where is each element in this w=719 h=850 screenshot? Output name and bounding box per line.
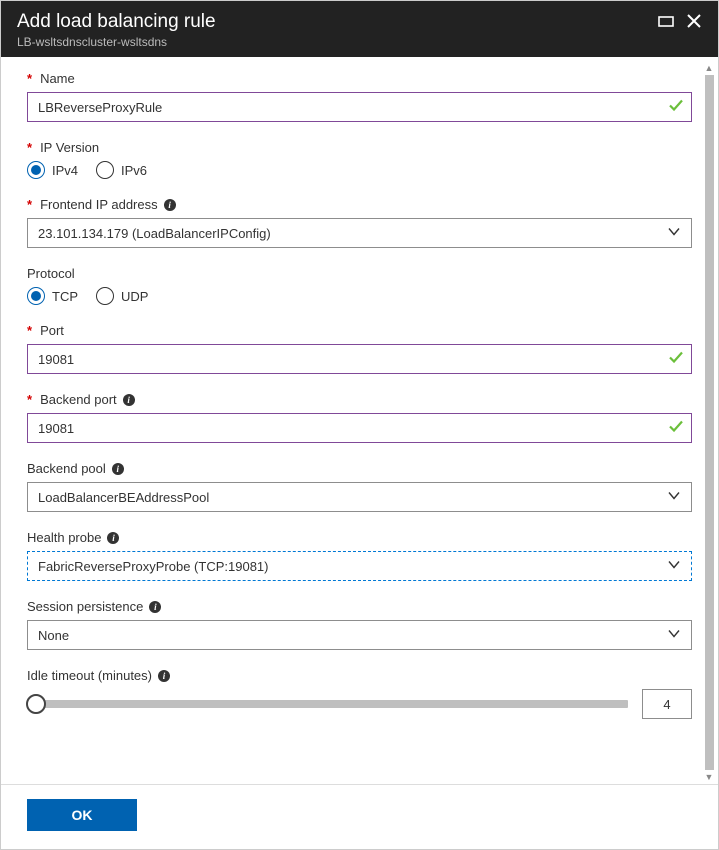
label-session-persistence: Session persistence: [27, 599, 143, 614]
panel-subtitle: LB-wsltsdnscluster-wsltsdns: [17, 35, 216, 49]
label-backend-pool: Backend pool: [27, 461, 106, 476]
field-name: *Name LBReverseProxyRule: [27, 71, 692, 122]
frontend-ip-select[interactable]: 23.101.134.179 (LoadBalancerIPConfig): [27, 218, 692, 248]
scrollbar[interactable]: ▲ ▼: [702, 61, 716, 784]
ok-button[interactable]: OK: [27, 799, 137, 831]
radio-ipv4[interactable]: IPv4: [27, 161, 78, 179]
idle-timeout-slider[interactable]: [27, 700, 628, 708]
scroll-track[interactable]: [705, 75, 714, 770]
field-port: *Port 19081: [27, 323, 692, 374]
panel-header: Add load balancing rule LB-wsltsdnsclust…: [1, 1, 718, 57]
field-session-persistence: Session persistence i None: [27, 599, 692, 650]
name-input[interactable]: LBReverseProxyRule: [27, 92, 692, 122]
field-frontend-ip: *Frontend IP addressi 23.101.134.179 (Lo…: [27, 197, 692, 248]
field-protocol: Protocol TCP UDP: [27, 266, 692, 305]
form-body: *Name LBReverseProxyRule *IP Version IPv…: [1, 57, 718, 788]
restore-icon[interactable]: [658, 13, 674, 32]
scroll-down-icon[interactable]: ▼: [702, 770, 716, 784]
port-input[interactable]: 19081: [27, 344, 692, 374]
info-icon[interactable]: i: [107, 532, 119, 544]
label-port: Port: [40, 323, 64, 338]
close-icon[interactable]: [686, 13, 702, 32]
check-icon: [668, 350, 684, 369]
field-idle-timeout: Idle timeout (minutes) i 4: [27, 668, 692, 719]
chevron-down-icon: [667, 627, 681, 644]
radio-ipv6[interactable]: IPv6: [96, 161, 147, 179]
info-icon[interactable]: i: [149, 601, 161, 613]
scroll-up-icon[interactable]: ▲: [702, 61, 716, 75]
slider-thumb[interactable]: [26, 694, 46, 714]
field-ip-version: *IP Version IPv4 IPv6: [27, 140, 692, 179]
label-idle-timeout: Idle timeout (minutes): [27, 668, 152, 683]
session-persistence-select[interactable]: None: [27, 620, 692, 650]
chevron-down-icon: [667, 489, 681, 506]
field-health-probe: Health probe i FabricReverseProxyProbe (T…: [27, 530, 692, 581]
field-backend-port: *Backend porti 19081: [27, 392, 692, 443]
label-frontend-ip: Frontend IP address: [40, 197, 158, 212]
check-icon: [668, 98, 684, 117]
info-icon[interactable]: i: [158, 670, 170, 682]
info-icon[interactable]: i: [123, 394, 135, 406]
field-backend-pool: Backend pool i LoadBalancerBEAddressPool: [27, 461, 692, 512]
label-name: Name: [40, 71, 75, 86]
check-icon: [668, 419, 684, 438]
label-health-probe: Health probe: [27, 530, 101, 545]
chevron-down-icon: [667, 558, 681, 575]
backend-pool-select[interactable]: LoadBalancerBEAddressPool: [27, 482, 692, 512]
backend-port-input[interactable]: 19081: [27, 413, 692, 443]
label-ip-version: IP Version: [40, 140, 99, 155]
radio-tcp[interactable]: TCP: [27, 287, 78, 305]
info-icon[interactable]: i: [164, 199, 176, 211]
radio-udp[interactable]: UDP: [96, 287, 148, 305]
label-backend-port: Backend port: [40, 392, 117, 407]
idle-timeout-value[interactable]: 4: [642, 689, 692, 719]
panel-title: Add load balancing rule: [17, 11, 216, 33]
health-probe-select[interactable]: FabricReverseProxyProbe (TCP:19081): [27, 551, 692, 581]
chevron-down-icon: [667, 225, 681, 242]
panel-footer: OK: [1, 784, 718, 849]
label-protocol: Protocol: [27, 266, 75, 281]
info-icon[interactable]: i: [112, 463, 124, 475]
